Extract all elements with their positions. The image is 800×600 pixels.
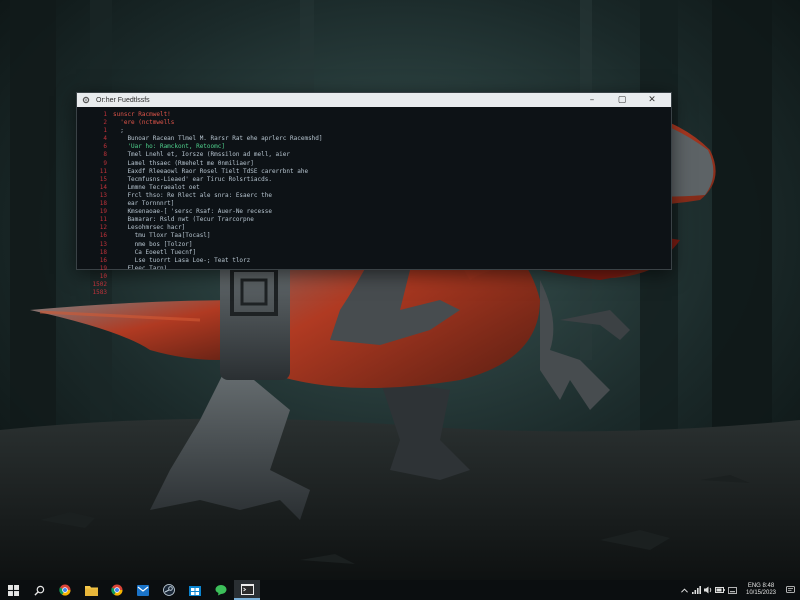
network-icon[interactable] [690, 580, 702, 600]
window-titlebar[interactable]: Or:her Fuedtlssfs – ▢ ✕ [77, 93, 671, 107]
line-number: 19 [99, 208, 107, 216]
taskbar-chrome[interactable] [52, 580, 78, 600]
taskbar-terminal[interactable] [234, 580, 260, 600]
line-number: 13 [99, 191, 107, 199]
code-line: Tmel Lnehl et, Iorsze (Rmssilon ad mell,… [113, 151, 291, 159]
line-number: 1 [103, 127, 107, 135]
gear-icon [81, 96, 90, 105]
terminal-icon [240, 583, 254, 595]
search-icon [33, 585, 44, 596]
line-number: 13 [99, 240, 107, 248]
line-number: 1 [103, 111, 107, 118]
chrome-icon [59, 584, 71, 596]
code-line: nme bos [Tolzor] [113, 240, 193, 248]
mail-icon [137, 584, 149, 596]
close-button[interactable]: ✕ [637, 93, 667, 107]
code-line: ear Tornnnrt] [113, 200, 175, 208]
line-number: 10 [99, 272, 107, 280]
start-button[interactable] [0, 580, 26, 600]
code-text-area[interactable]: sunscr Racmwelt! 'ere (nctmwells ; Bunoa… [113, 107, 671, 269]
store-icon [189, 586, 201, 596]
taskbar-app-green[interactable] [208, 580, 234, 600]
clock-date: 10/15/2023 [745, 590, 777, 596]
window-title: Or:her Fuedtlssfs [96, 96, 150, 104]
code-editor-window[interactable]: Or:her Fuedtlssfs – ▢ ✕ 1 2 1 4 6 8 9 11 15 14 13 1… [76, 92, 672, 296]
line-number: 16 [99, 232, 107, 240]
code-line: Eleec Tarn) [113, 264, 168, 269]
maximize-button[interactable]: ▢ [607, 93, 637, 107]
taskbar-chrome-2[interactable] [104, 580, 130, 600]
keyboard-icon[interactable] [726, 580, 738, 600]
line-number: 18 [99, 200, 107, 208]
code-line: 'Uar ho: Ramckont, Retoomc] [113, 143, 225, 151]
line-number: 1583 [92, 289, 107, 297]
editor-area[interactable]: 1 2 1 4 6 8 9 11 15 14 13 18 19 11 12 16 13 18 16 19 10 1502 1… [77, 107, 671, 296]
battery-icon[interactable] [714, 580, 726, 600]
line-number: 14 [99, 183, 107, 191]
code-line: Bamarar: Rsld nwt (Tecur Trarcorpne [113, 216, 254, 224]
line-number: 9 [103, 159, 107, 167]
line-number: 18 [99, 248, 107, 256]
desktop-wallpaper [0, 0, 800, 580]
folder-icon [84, 585, 98, 596]
taskbar-steam[interactable] [156, 580, 182, 600]
search-button[interactable] [26, 580, 52, 600]
notification-icon[interactable] [784, 580, 796, 600]
windows-icon [7, 584, 19, 596]
line-number: 12 [99, 224, 107, 232]
line-number-gutter: 1 2 1 4 6 8 9 11 15 14 13 18 19 11 12 16 13 18 16 19 10 1502 1… [77, 107, 113, 296]
code-line: Tecmfusns-Lieaed' ear Tiruc Rolsrtiacds. [113, 175, 272, 183]
chat-icon [215, 585, 227, 596]
taskbar-store[interactable] [182, 580, 208, 600]
chrome-icon [111, 584, 123, 596]
code-line: Frcl thso: Re Rlect ale snra: Esaerc the [113, 191, 272, 199]
code-line: sunscr Racmwelt! [113, 111, 171, 118]
line-number: 16 [99, 256, 107, 264]
line-number: 11 [99, 216, 107, 224]
line-number: 15 [99, 175, 107, 183]
code-line: Bunoar Racean Tlmel M. Rarsr Rat ehe apr… [113, 135, 323, 143]
taskbar-file-explorer[interactable] [78, 580, 104, 600]
code-line: Lamel thsaec (Rmehelt me 0nmiliaer] [113, 159, 254, 167]
code-line: ; [113, 127, 124, 135]
minimize-button[interactable]: – [577, 93, 607, 107]
steam-icon [163, 584, 175, 596]
taskbar: ENG 8:48 10/15/2023 [0, 580, 800, 600]
code-line: Ca Eoeetl Tuecnf] [113, 248, 197, 256]
taskbar-outlook[interactable] [130, 580, 156, 600]
code-line: Lesohmrsec hacr] [113, 224, 186, 232]
volume-icon[interactable] [702, 580, 714, 600]
code-line: Lmmne Tecraealot oet [113, 183, 200, 191]
line-number: 1502 [92, 280, 107, 288]
code-line: tmu Tloxr Taa[Tocasl] [113, 232, 211, 240]
line-number: 4 [103, 135, 107, 143]
line-number: 2 [103, 119, 107, 127]
code-line: Kmsenaoae-[ 'sersc Rsaf: Auer-Ne recesse [113, 208, 272, 216]
line-number: 8 [103, 151, 107, 159]
system-tray: ENG 8:48 10/15/2023 [678, 580, 800, 600]
line-number: 11 [99, 167, 107, 175]
line-number: 19 [99, 264, 107, 272]
clock[interactable]: ENG 8:48 10/15/2023 [738, 583, 784, 597]
clock-time: ENG 8:48 [747, 583, 775, 589]
line-number: 6 [103, 143, 107, 151]
code-line: Eaxdf Rleeaowl Raor Rosel Tielt TdSE car… [113, 167, 309, 175]
code-line: 'ere (nctmwells [113, 119, 175, 127]
chevron-up-icon[interactable] [678, 580, 690, 600]
code-line: Lse tuorrt Lasa Loe-; Teat tlorz [113, 256, 251, 264]
wallpaper-image [0, 0, 800, 580]
